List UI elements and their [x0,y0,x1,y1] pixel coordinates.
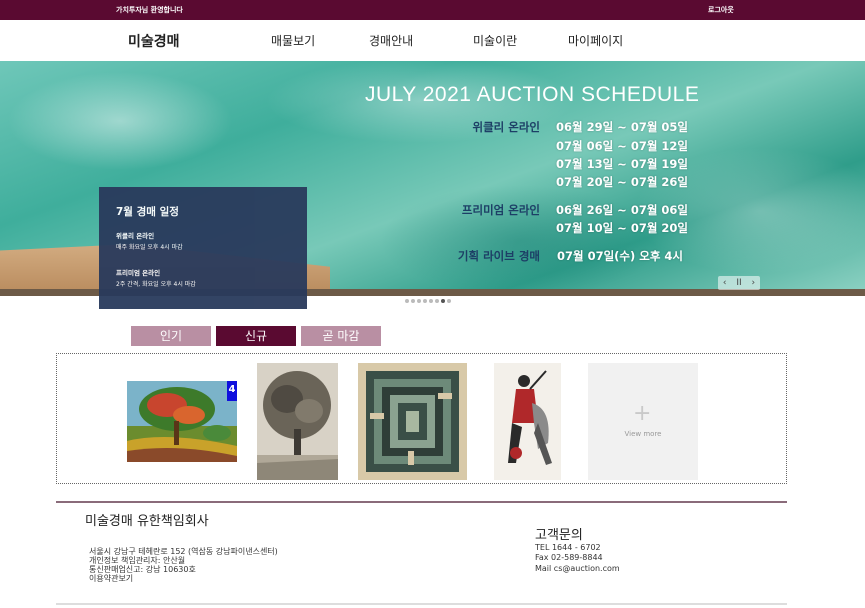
banner-weekly-date: 07월 06일 ~ 07월 12일 [556,139,688,153]
terms-link[interactable]: 이용약관보기 [89,575,133,583]
nav-item-about-art[interactable]: 미술이란 [473,32,517,49]
welcome-text: 가치투자님 환영합니다 [116,6,183,14]
artwork-thumbnail[interactable] [494,363,561,480]
banner-weekly-date: 06월 29일 ~ 07월 05일 [556,120,688,134]
privacy-officer: 개인정보 책임관리자: 안산월 [89,556,186,565]
schedule-weekly-title: 위클리 온라인 [116,232,155,240]
auction-schedule-box: 7월 경매 일정 위클리 온라인 매주 화요일 오후 4시 마감 프리미엄 온라… [99,187,307,309]
schedule-premium-title: 프리미엄 온라인 [116,269,161,277]
footer-bottom-line [56,603,787,605]
slider-dot[interactable] [447,299,451,303]
artwork-thumbnail[interactable] [358,363,467,480]
footer-divider [56,501,787,503]
slider-dot[interactable] [417,299,421,303]
slider-dot[interactable] [405,299,409,303]
tab-popular[interactable]: 인기 [131,326,211,346]
contact-fax: Fax 02-589-8844 [535,553,603,562]
main-nav: 미술경매 매물보기 경매안내 미술이란 마이페이지 [0,20,865,61]
chevron-right-icon[interactable]: › [751,278,755,288]
view-more-label: View more [624,430,662,438]
slider-dot[interactable] [423,299,427,303]
new-count-badge: 4 [227,381,237,401]
tab-closing-soon[interactable]: 곧 마감 [301,326,381,346]
tab-new[interactable]: 신규 [216,326,296,346]
schedule-weekly-desc: 매주 화요일 오후 4시 마감 [116,244,183,251]
slider-dot[interactable] [429,299,433,303]
banner-live-label: 기획 라이브 경매 [457,249,540,263]
schedule-box-title: 7월 경매 일정 [116,206,179,218]
site-logo[interactable]: 미술경매 [128,31,180,51]
view-more-card[interactable]: + View more [588,363,698,480]
banner-weekly-label: 위클리 온라인 [472,120,540,134]
logout-link[interactable]: 로그아웃 [708,5,734,15]
chevron-left-icon[interactable]: ‹ [723,278,727,288]
nav-item-mypage[interactable]: 마이페이지 [568,32,623,49]
slider-dot[interactable] [441,299,445,303]
contact-tel: TEL 1644 - 6702 [535,543,601,552]
top-bar: 가치투자님 환영합니다 로그아웃 [0,0,865,20]
banner-premium-date: 06월 26일 ~ 07월 06일 [556,203,688,217]
slider-dot[interactable] [435,299,439,303]
schedule-premium-desc: 2주 간격, 화요일 오후 4시 마감 [116,281,196,288]
company-address: 서울시 강남구 테헤란로 152 (역삼동 강남파이낸스센터) [89,547,278,556]
banner-live-date: 07월 07일(수) 오후 4시 [557,249,684,263]
plus-icon: + [633,401,652,426]
banner-weekly-date: 07월 13일 ~ 07월 19일 [556,157,688,171]
pause-icon[interactable]: II [736,278,741,288]
company-name: 미술경매 유한책임회사 [85,514,209,529]
business-registration: 통신판매업신고: 강남 10630호 [89,565,196,574]
nav-item-auction-guide[interactable]: 경매안내 [369,32,413,49]
artwork-thumbnail[interactable]: 4 [127,381,237,462]
slider-controls: ‹ II › [718,276,760,290]
contact-mail[interactable]: Mail cs@auction.com [535,564,620,573]
banner-premium-label: 프리미엄 온라인 [461,203,540,217]
banner-title: JULY 2021 AUCTION SCHEDULE [365,83,700,106]
contact-title: 고객문의 [535,528,583,543]
nav-item-browse[interactable]: 매물보기 [271,32,315,49]
slider-dot[interactable] [411,299,415,303]
artwork-thumbnail[interactable] [257,363,338,480]
slider-pagination [405,299,451,303]
banner-premium-date: 07월 10일 ~ 07월 20일 [556,221,688,235]
banner-weekly-date: 07월 20일 ~ 07월 26일 [556,175,688,189]
